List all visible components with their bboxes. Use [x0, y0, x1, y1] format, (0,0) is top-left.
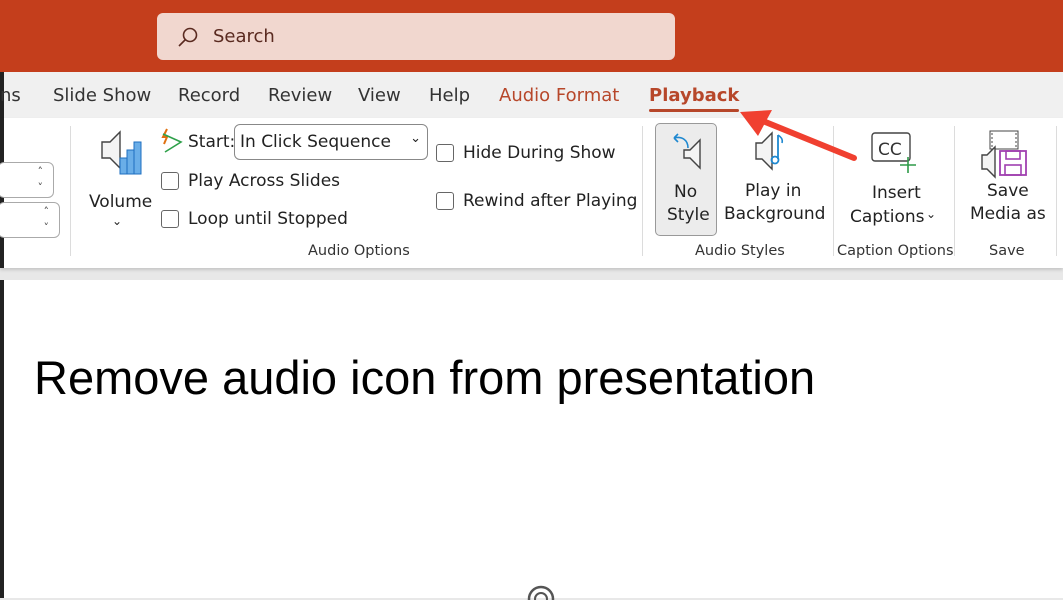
search-placeholder: Search: [213, 26, 275, 47]
rewind-after-playing-checkbox[interactable]: [436, 192, 454, 210]
play-in-background-label: Play in: [745, 181, 802, 201]
save-media-as-button[interactable]: Save Media as: [962, 123, 1050, 236]
speaker-volume-icon: [101, 130, 142, 175]
loop-until-stopped-checkbox[interactable]: [161, 210, 179, 228]
play-across-slides-label: Play Across Slides: [188, 171, 341, 191]
group-label-caption-options: Caption Options: [837, 243, 954, 259]
no-style-label-2: Style: [667, 205, 710, 225]
chevron-down-icon: ⌄: [926, 207, 937, 221]
group-label-save: Save: [989, 243, 1025, 259]
tab-view[interactable]: View: [358, 85, 401, 106]
fade-out-spinner[interactable]: ˄ ˅: [0, 202, 60, 238]
no-style-button[interactable]: No Style: [655, 123, 717, 236]
annotation-arrow: [740, 110, 857, 161]
save-media-label-2: Media as: [970, 204, 1046, 224]
start-trigger-icon: [161, 128, 183, 153]
fade-in-spinner[interactable]: ˄ ˅: [0, 162, 54, 198]
play-across-slides-checkbox[interactable]: [161, 172, 179, 190]
insert-captions-label-2: Captions: [850, 207, 925, 227]
group-label-audio-styles: Audio Styles: [695, 243, 785, 259]
chevron-down-icon: ⌄: [112, 214, 123, 228]
tab-help[interactable]: Help: [429, 85, 470, 106]
loop-until-stopped-label: Loop until Stopped: [188, 209, 348, 229]
ribbon-tabs: ns Slide Show Record Review View Help Au…: [0, 72, 1063, 118]
play-in-background-label-2: Background: [724, 204, 826, 224]
volume-button[interactable]: Volume ⌄: [84, 130, 154, 230]
start-label: Start:: [188, 132, 236, 152]
tab-review[interactable]: Review: [268, 85, 332, 106]
save-media-icon: [981, 130, 1027, 179]
title-bar: Search: [0, 0, 1063, 72]
start-dropdown[interactable]: In Click Sequence ⌄: [234, 124, 428, 160]
no-style-icon: [673, 133, 701, 170]
save-media-label: Save: [987, 181, 1029, 201]
ribbon: ˄ ˅ ˄ ˅ Volume ⌄ Start: In Click Sequence …: [0, 118, 1063, 268]
closed-captions-icon: CC: [871, 132, 916, 173]
tab-animations[interactable]: ns: [0, 85, 21, 106]
svg-text:CC: CC: [878, 140, 902, 160]
volume-label: Volume: [89, 192, 153, 212]
insert-captions-label: Insert: [872, 183, 921, 203]
chevron-down-icon: ⌄: [410, 131, 421, 146]
tab-audio-format[interactable]: Audio Format: [499, 85, 619, 106]
start-value: In Click Sequence: [240, 132, 391, 152]
hide-during-show-label: Hide During Show: [463, 143, 616, 163]
tab-slide-show[interactable]: Slide Show: [53, 85, 151, 106]
slide-title[interactable]: Remove audio icon from presentation: [34, 350, 815, 405]
hide-during-show-checkbox[interactable]: [436, 144, 454, 162]
tab-playback[interactable]: Playback: [649, 85, 740, 112]
group-label-audio-options: Audio Options: [308, 243, 410, 259]
slide-canvas[interactable]: Remove audio icon from presentation: [0, 280, 1063, 600]
search-box[interactable]: Search: [157, 13, 675, 60]
tab-record[interactable]: Record: [178, 85, 240, 106]
search-icon: [178, 27, 198, 47]
no-style-label: No: [674, 182, 698, 202]
rewind-after-playing-label: Rewind after Playing: [463, 191, 638, 211]
